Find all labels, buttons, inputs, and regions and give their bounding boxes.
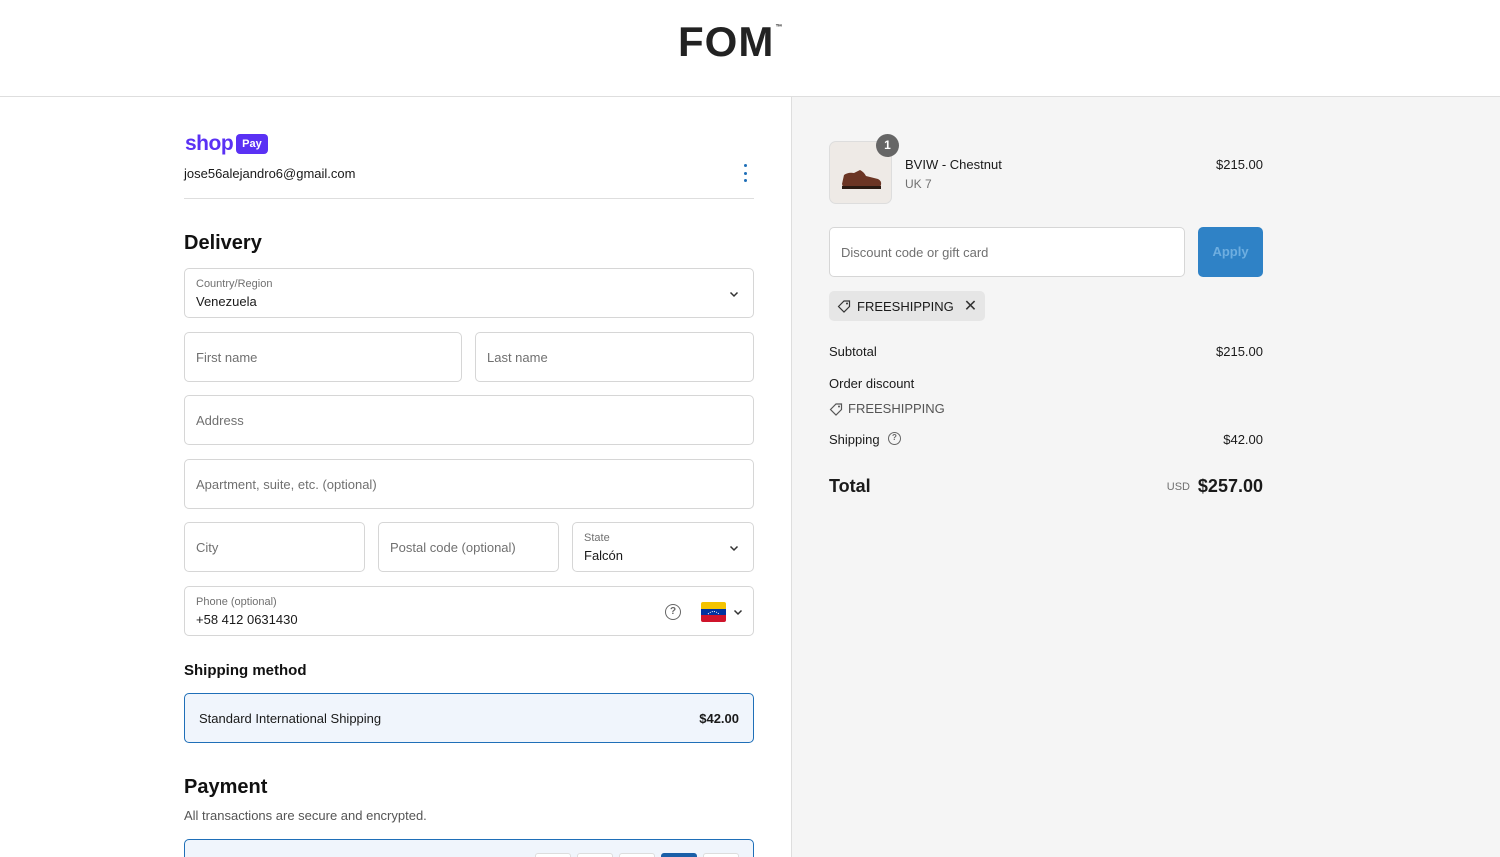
phone-label: Phone (optional) [196,596,277,608]
shipping-option-price: $42.00 [699,711,739,726]
tag-icon [829,402,843,416]
product-variant: UK 7 [905,177,932,191]
total-currency: USD [1166,481,1190,493]
shop-pay-wordmark: shop [185,132,234,155]
state-label: State [584,532,610,544]
card-logo-icon [535,853,571,857]
postal-code-field[interactable]: Postal code (optional) [378,522,559,572]
chevron-down-icon[interactable] [733,607,743,617]
remove-discount-icon[interactable]: ✕ [964,296,977,316]
payment-heading: Payment [184,776,268,798]
question-mark-icon[interactable]: ? [665,604,681,620]
address-placeholder: Address [196,413,244,428]
order-discount-row: Order discount [829,376,1263,391]
country-label: Country/Region [196,278,273,290]
product-price: $215.00 [1216,157,1263,172]
shipping-option-name: Standard International Shipping [199,711,382,726]
address-field[interactable]: Address [184,395,754,445]
subtotal-label: Subtotal [829,344,877,359]
card-logo-icon [619,853,655,857]
subtotal-value: $215.00 [1216,344,1263,359]
quantity-badge: 1 [876,134,899,157]
tag-icon [837,300,851,313]
card-logo-icon [577,853,613,857]
city-field[interactable]: City [184,522,365,572]
total-label: Total [829,476,871,496]
state-value: Falcón [584,548,624,563]
discount-placeholder: Discount code or gift card [841,245,989,260]
account-email: jose56alejandro6@gmail.com [184,166,356,181]
venezuela-flag-icon[interactable] [701,602,726,622]
product-name: BVIW - Chestnut [905,157,1002,172]
first-name-field[interactable]: First name [184,332,462,382]
payment-method-option[interactable] [184,839,754,857]
kebab-dot-icon [743,171,747,175]
shipping-method-heading: Shipping method [184,662,307,679]
total-value: $257.00 [1197,476,1263,496]
order-discount-label: Order discount [829,376,915,391]
chevron-down-icon [729,291,739,298]
shipping-row: Shipping ? $42.00 [829,432,1263,447]
card-logo-icon [703,853,739,857]
account-divider [184,198,754,199]
first-name-placeholder: First name [196,350,258,365]
logo-text: FOM [678,18,775,65]
last-name-field[interactable]: Last name [475,332,754,382]
apply-discount-button[interactable]: Apply [1198,227,1263,277]
city-placeholder: City [196,540,219,555]
state-select[interactable]: State Falcón [572,522,754,572]
amex-card-icon [661,853,697,857]
shipping-label: Shipping [829,432,880,447]
order-discount-code: FREESHIPPING [848,401,945,416]
order-discount-code-row: FREESHIPPING [829,401,1263,416]
brand-logo[interactable]: FOM ™ [678,18,782,66]
shipping-option[interactable]: Standard International Shipping $42.00 [184,693,754,743]
account-menu-button[interactable] [738,164,752,182]
apartment-field[interactable]: Apartment, suite, etc. (optional) [184,459,754,509]
applied-discount-chip: FREESHIPPING ✕ [829,291,986,321]
last-name-placeholder: Last name [487,350,548,365]
phone-field[interactable]: Phone (optional) +58 412 0631430 ? [184,586,754,636]
kebab-dot-icon [743,179,747,182]
subtotal-row: Subtotal $215.00 [829,344,1263,359]
question-mark-icon[interactable]: ? [888,432,901,445]
delivery-heading: Delivery [184,232,262,254]
kebab-dot-icon [743,164,747,167]
shop-pay-badge: Pay [236,134,268,154]
shop-pay-logo: shop Pay [185,133,268,155]
phone-value: +58 412 0631430 [196,612,298,627]
site-header: FOM ™ [0,0,1500,97]
apartment-placeholder: Apartment, suite, etc. (optional) [196,477,377,492]
trademark-symbol: ™ [775,24,783,31]
postal-code-placeholder: Postal code (optional) [390,540,516,555]
discount-code-input[interactable]: Discount code or gift card [829,227,1185,277]
country-value: Venezuela [196,294,257,309]
shipping-value: $42.00 [1223,432,1263,447]
country-select[interactable]: Country/Region Venezuela [184,268,754,318]
order-summary-column [791,97,1500,857]
applied-discount-code: FREESHIPPING [857,298,954,314]
payment-subtitle: All transactions are secure and encrypte… [184,808,427,823]
chevron-down-icon [729,545,739,552]
